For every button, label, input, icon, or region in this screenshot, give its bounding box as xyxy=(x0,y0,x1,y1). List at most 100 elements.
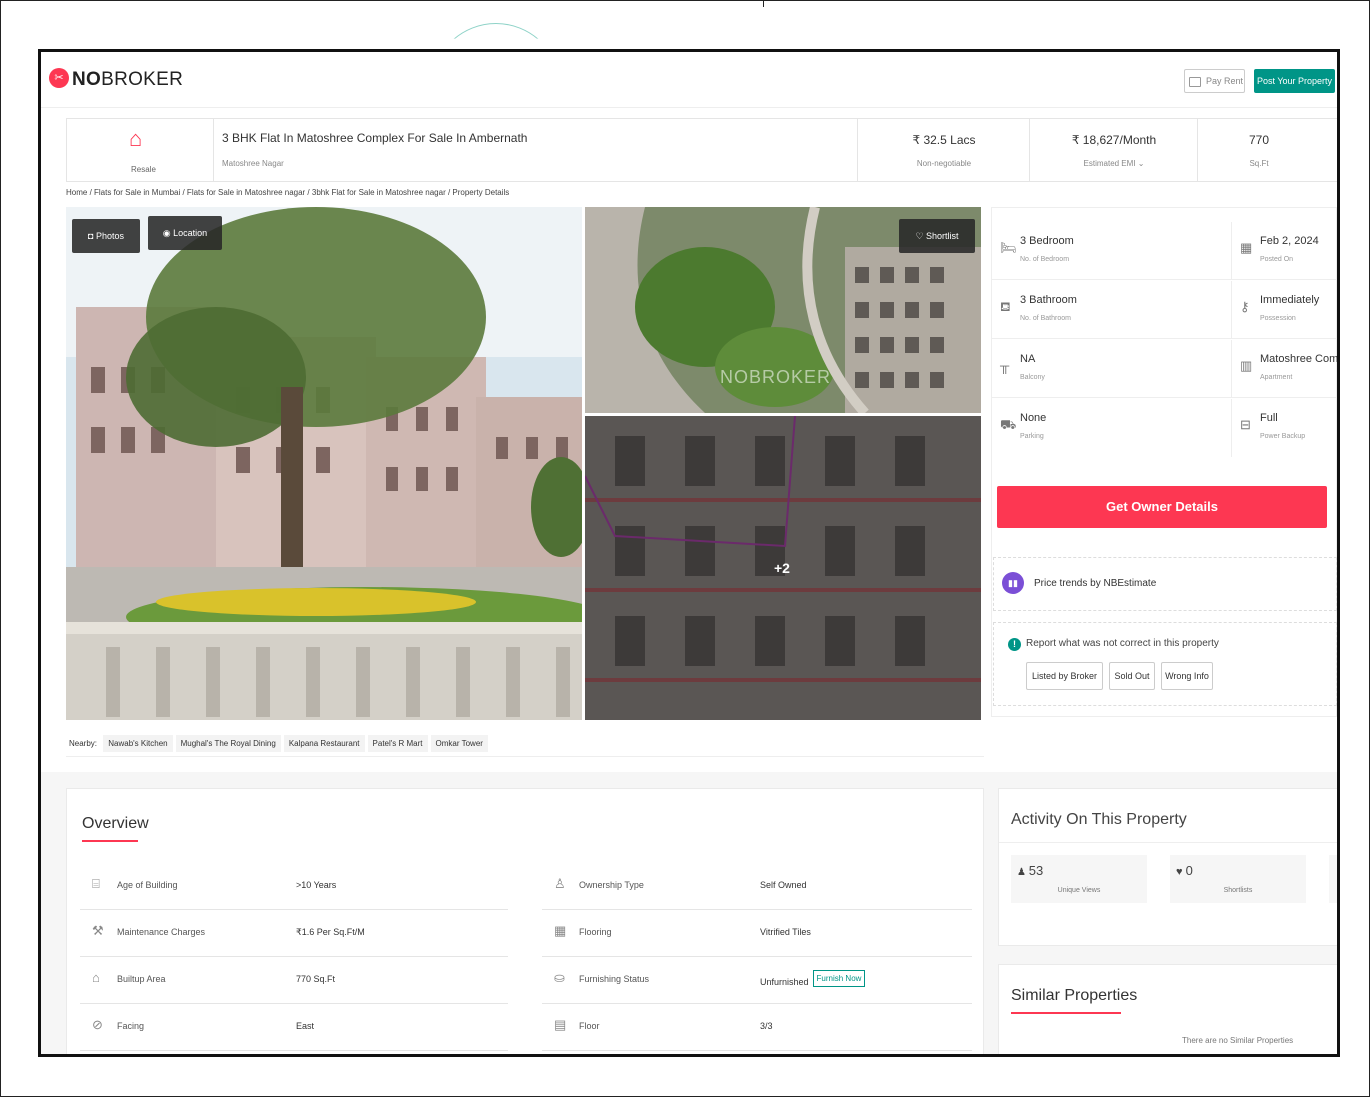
building-age-icon: ⌸ xyxy=(92,876,100,891)
location-button[interactable]: ◉ Location xyxy=(148,216,222,250)
detail-value: Full xyxy=(1260,412,1278,424)
compass-icon: ◉ xyxy=(162,228,174,238)
divider xyxy=(1029,119,1030,181)
detail-balcony: ╥ NA Balcony xyxy=(992,340,1232,398)
nearby-chip[interactable]: Mughal's The Royal Dining xyxy=(175,735,281,752)
property-photo-2[interactable]: NOBROKER ♡ Shortlist xyxy=(585,207,981,413)
nearby-chip[interactable]: Omkar Tower xyxy=(430,735,488,752)
area-icon: ⌂ xyxy=(92,970,100,985)
views-count: ♟ 53 xyxy=(1017,863,1043,878)
detail-label: Possession xyxy=(1260,315,1296,322)
floor-icon: ▤ xyxy=(554,1017,567,1032)
get-owner-details-button[interactable]: Get Owner Details xyxy=(997,486,1327,528)
building-icon: ▥ xyxy=(1240,358,1253,373)
similar-properties-card: Similar Properties There are no Similar … xyxy=(998,964,1337,1054)
views-value: 53 xyxy=(1028,863,1044,878)
detail-value: Matoshree Complex xyxy=(1260,353,1338,365)
photos-button[interactable]: ◘ Photos xyxy=(72,219,140,253)
detail-posted-on: ▦ Feb 2, 2024 Posted On xyxy=(1232,222,1337,280)
overview-row: ♙ Ownership Type Self Owned xyxy=(542,863,972,910)
divider xyxy=(1197,119,1198,181)
calendar-icon: ▦ xyxy=(1240,240,1253,255)
nobroker-logo-icon[interactable]: ✂ xyxy=(49,68,69,88)
divider xyxy=(857,119,858,181)
overview-label: Age of Building xyxy=(117,880,178,890)
property-title: 3 BHK Flat In Matoshree Complex For Sale… xyxy=(222,131,528,145)
post-property-button[interactable]: Post Your Property xyxy=(1254,69,1335,93)
shortlist-button[interactable]: ♡ Shortlist xyxy=(899,219,975,253)
top-nav: ✂ NOBROKER Pay Rent Post Your Property xyxy=(41,52,1337,108)
overview-value: East xyxy=(296,1021,315,1031)
detail-bedroom: 🛏 3 Bedroom No. of Bedroom xyxy=(992,222,1232,280)
listed-by-broker-button[interactable]: Listed by Broker xyxy=(1026,662,1103,690)
detail-label: Posted On xyxy=(1260,256,1294,263)
overview-row: ⌂ Builtup Area 770 Sq.Ft xyxy=(80,957,508,1004)
overview-value: ₹1.6 Per Sq.Ft/M xyxy=(296,927,365,937)
heart-icon: ♡ xyxy=(915,231,927,241)
price: ₹ 32.5 Lacs xyxy=(912,133,976,147)
overview-label: Builtup Area xyxy=(117,974,166,984)
overview-value: Self Owned xyxy=(760,880,807,890)
key-icon: ⚷ xyxy=(1240,299,1250,314)
main-property-photo[interactable]: ◘ Photos ◉ Location xyxy=(66,207,582,720)
overview-label: Flooring xyxy=(579,927,612,937)
pay-rent-button[interactable]: Pay Rent xyxy=(1184,69,1245,93)
listing-header: ⌂ Resale 3 BHK Flat In Matoshree Complex… xyxy=(66,118,1337,182)
battery-icon: ⊟ xyxy=(1240,417,1251,432)
similar-title: Similar Properties xyxy=(1011,987,1138,1004)
pay-rent-label: Pay Rent xyxy=(1206,76,1244,86)
detail-bathroom: ⛾ 3 Bathroom No. of Bathroom xyxy=(992,281,1232,339)
furnishing-icon: ⛀ xyxy=(554,970,565,985)
camera-icon: ◘ xyxy=(88,231,96,241)
shortlists-card: ♥ 0 Shortlists xyxy=(1170,855,1306,903)
nearby-chip[interactable]: Nawab's Kitchen xyxy=(103,735,173,752)
furnish-now-button[interactable]: Furnish Now xyxy=(812,970,866,987)
activity-card-partial xyxy=(1329,855,1337,903)
detail-possession: ⚷ Immediately Possession xyxy=(1232,281,1337,339)
watermark: NOBROKER xyxy=(720,367,832,387)
overview-label: Maintenance Charges xyxy=(117,927,206,937)
chart-icon: ▮▮ xyxy=(1002,572,1024,594)
report-card: ! Report what was not correct in this pr… xyxy=(993,622,1337,706)
divider xyxy=(763,1,764,7)
overview-label: Floor xyxy=(579,1021,600,1031)
nearby-label: Nearby: xyxy=(69,739,98,748)
bed-icon: 🛏 xyxy=(1000,240,1017,255)
overview-row: ▦ Flooring Vitrified Tiles xyxy=(542,910,972,957)
more-photos-count[interactable]: +2 xyxy=(774,560,790,576)
balcony-icon: ╥ xyxy=(1000,358,1010,373)
logo-text[interactable]: NOBROKER xyxy=(72,69,183,91)
overview-value: >10 Years xyxy=(296,880,337,890)
breadcrumb[interactable]: Home / Flats for Sale in Mumbai / Flats … xyxy=(66,188,509,197)
views-label: Unique Views xyxy=(1057,887,1101,894)
emi-dropdown[interactable]: Estimated EMI ⌄ xyxy=(1031,159,1197,168)
location-label: Location xyxy=(173,228,208,238)
activity-card: Activity On This Property ♟ 53 Unique Vi… xyxy=(998,788,1337,946)
overview-row: ⛀ Furnishing Status Unfurnished Furnish N… xyxy=(542,957,972,1004)
overview-value: Unfurnished Furnish Now xyxy=(760,970,866,991)
activity-title: Activity On This Property xyxy=(1011,811,1187,828)
nearby-chip[interactable]: Kalpana Restaurant xyxy=(283,735,365,752)
detail-value: Feb 2, 2024 xyxy=(1260,235,1319,247)
person-icon: ♟ xyxy=(1017,867,1029,878)
heart-icon: ♥ xyxy=(1176,866,1186,878)
sold-out-button[interactable]: Sold Out xyxy=(1109,662,1155,690)
nearby-chip[interactable]: Patel's R Mart xyxy=(367,735,428,752)
photos-label: Photos xyxy=(95,231,124,241)
price-trends-label: Price trends by NBEstimate xyxy=(1034,578,1157,589)
flooring-icon: ▦ xyxy=(554,923,567,938)
overview-label: Furnishing Status xyxy=(579,974,650,984)
shortlist-label: Shortlist xyxy=(926,231,959,241)
report-text: Report what was not correct in this prop… xyxy=(1026,638,1219,649)
overview-row: ⊘ Facing East xyxy=(80,1004,508,1051)
price-note: Non-negotiable xyxy=(916,159,972,168)
shortlists-count: ♥ 0 xyxy=(1176,863,1193,878)
ownership-icon: ♙ xyxy=(554,876,566,891)
price-trends-card[interactable]: ▮▮ Price trends by NBEstimate xyxy=(993,557,1337,611)
house-icon: ⌂ xyxy=(129,126,143,151)
wrong-info-button[interactable]: Wrong Info xyxy=(1161,662,1213,690)
divider xyxy=(999,842,1337,843)
alert-icon: ! xyxy=(1008,638,1021,651)
detail-apartment: ▥ Matoshree Complex Apartment xyxy=(1232,340,1338,398)
overview-label: Ownership Type xyxy=(579,880,644,890)
